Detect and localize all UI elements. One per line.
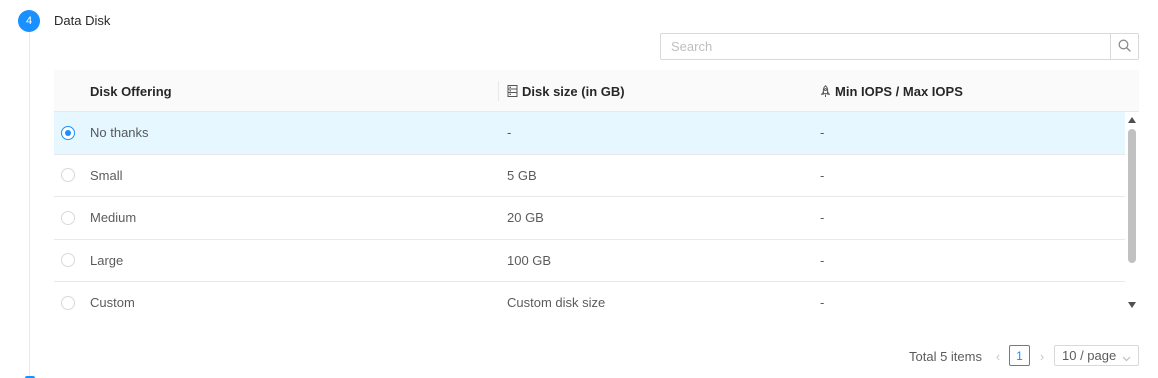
disk-size-value: - [507, 125, 512, 141]
table-row[interactable]: Custom Custom disk size - [54, 282, 1125, 318]
table-row[interactable]: No thanks - - [54, 112, 1125, 155]
disk-size-header-label: Disk size (in GB) [522, 83, 625, 99]
disk-offering-name: Large [90, 252, 124, 268]
column-header-iops: Min IOPS / Max IOPS [820, 70, 963, 112]
disk-offering-name: Small [90, 167, 123, 183]
row-radio[interactable] [61, 125, 75, 140]
search-icon [1118, 39, 1131, 55]
total-items-label: Total 5 items [909, 348, 982, 364]
disk-size-value: Custom disk size [507, 295, 606, 311]
iops-value: - [820, 252, 825, 268]
table-row[interactable]: Large 100 GB - [54, 240, 1125, 282]
disk-offering-name: No thanks [90, 125, 149, 141]
step-title: Data Disk [54, 13, 111, 28]
table-scrollbar[interactable] [1125, 112, 1139, 318]
table-body: No thanks - - Small 5 GB - Medium 20 GB … [54, 112, 1125, 318]
disk-offering-name: Custom [90, 295, 135, 311]
column-header-disk-size: Disk size (in GB) [507, 70, 625, 112]
column-header-disk-offering: Disk Offering [90, 83, 172, 99]
disk-offering-name: Medium [90, 210, 137, 226]
row-radio[interactable] [61, 210, 75, 225]
search-box [660, 33, 1139, 60]
rocket-icon [820, 84, 831, 98]
row-radio[interactable] [61, 168, 75, 183]
database-icon [507, 85, 518, 97]
column-divider [498, 81, 499, 101]
table-row[interactable]: Small 5 GB - [54, 155, 1125, 197]
iops-value: - [820, 210, 825, 226]
disk-size-value: 20 GB [507, 210, 544, 226]
page-size-value: 10 / page [1062, 348, 1117, 363]
search-button[interactable] [1110, 34, 1138, 59]
page-number-button[interactable]: 1 [1009, 345, 1030, 366]
scrollbar-thumb[interactable] [1128, 129, 1136, 263]
previous-page-icon[interactable]: ‹ [990, 345, 1006, 367]
pagination: Total 5 items ‹ 1 › 10 / page [0, 345, 1139, 367]
table-header: Disk Offering Disk size (in GB) Min IOPS… [54, 70, 1139, 112]
step-number-badge: 4 [18, 10, 40, 32]
step-connector-line [29, 32, 30, 378]
table-row[interactable]: Medium 20 GB - [54, 197, 1125, 240]
row-radio[interactable] [61, 253, 75, 268]
row-radio[interactable] [61, 295, 75, 310]
iops-value: - [820, 295, 825, 311]
iops-value: - [820, 167, 825, 183]
page-size-select[interactable]: 10 / page [1054, 345, 1139, 366]
chevron-down-icon [1122, 351, 1131, 366]
disk-offering-table: Disk Offering Disk size (in GB) Min IOPS… [54, 70, 1139, 318]
disk-size-value: 100 GB [507, 252, 552, 268]
disk-size-value: 5 GB [507, 167, 537, 183]
scroll-down-arrow-icon[interactable] [1128, 302, 1136, 308]
scroll-up-arrow-icon[interactable] [1128, 117, 1136, 123]
iops-header-label: Min IOPS / Max IOPS [835, 83, 963, 99]
search-input[interactable] [661, 34, 1110, 59]
next-page-icon[interactable]: › [1034, 345, 1050, 367]
iops-value: - [820, 125, 825, 141]
